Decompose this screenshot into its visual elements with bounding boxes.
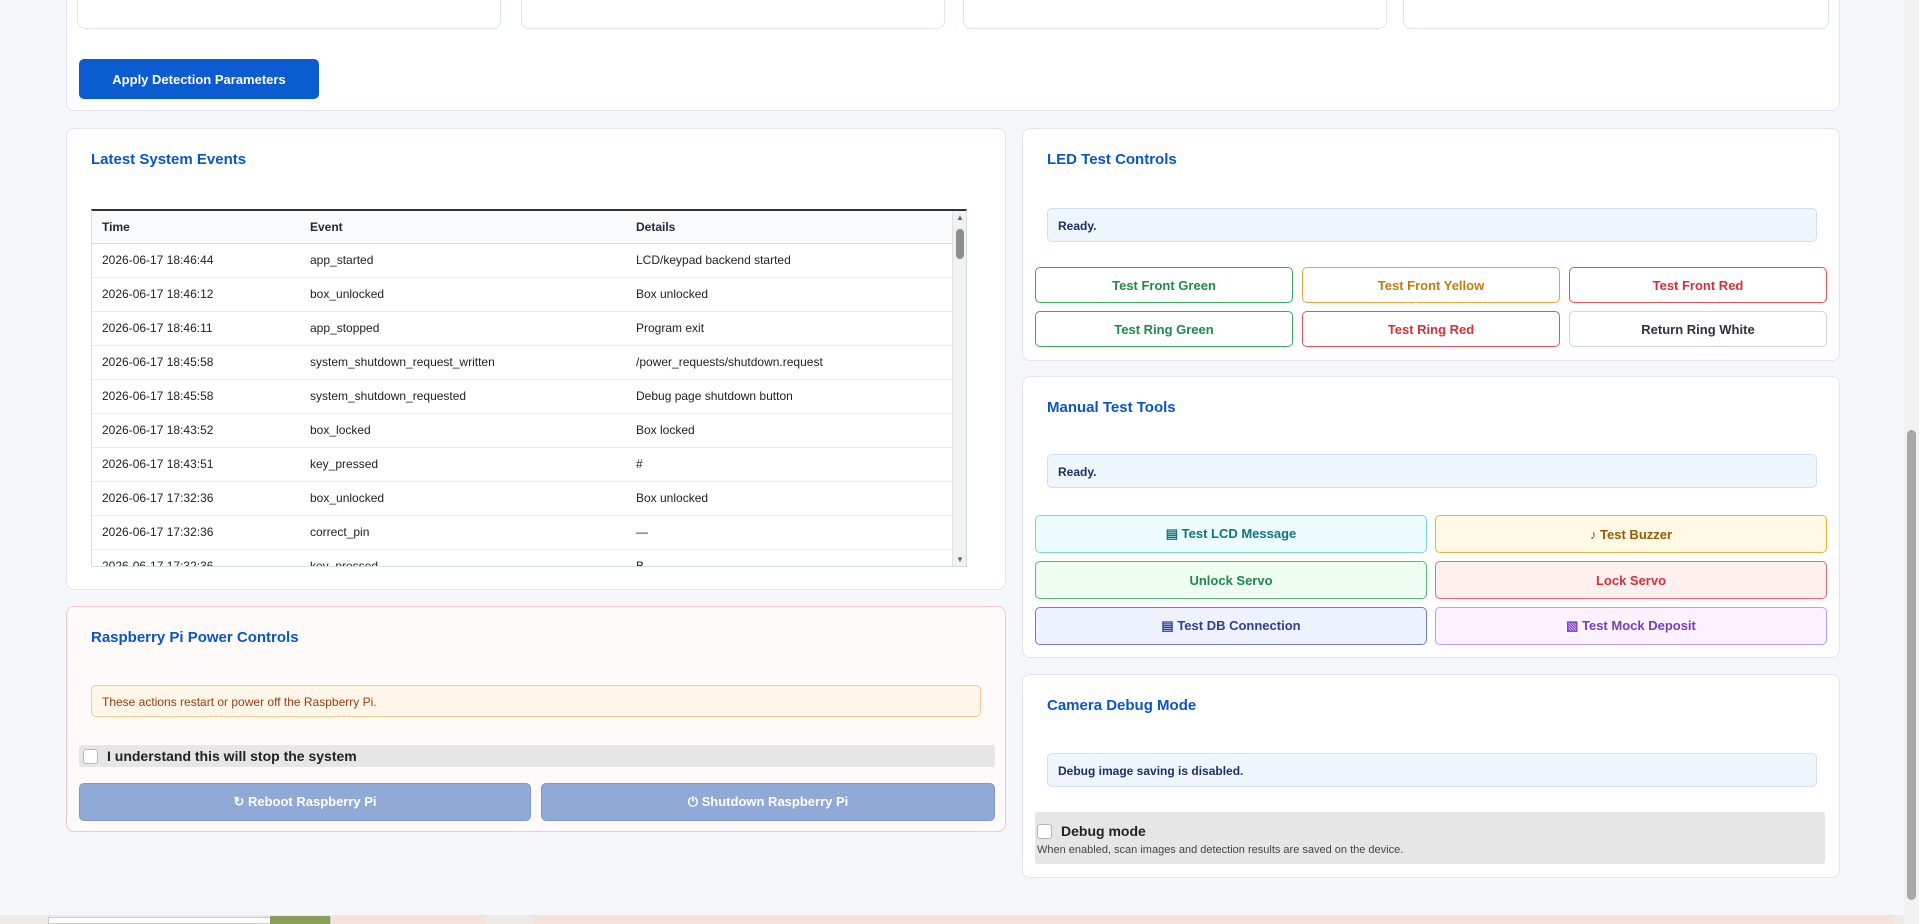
test-ring-green-button[interactable]: Test Ring Green [1035, 311, 1293, 347]
event-details: B [626, 549, 966, 566]
event-time: 2026-06-17 17:32:36 [92, 481, 300, 516]
events-table-body: 2026-06-17 18:46:44 app_started LCD/keypad… [92, 243, 966, 566]
event-time: 2026-06-17 18:45:58 [92, 345, 300, 380]
table-row: 2026-06-17 18:45:58 system_shutdown_reque… [92, 379, 966, 414]
debug-mode-label: Debug mode [1061, 823, 1146, 839]
event-time: 2026-06-17 18:46:44 [92, 243, 300, 278]
events-scrollbar[interactable]: ▲ ▼ [952, 211, 966, 566]
event-details: Program exit [626, 311, 966, 346]
scroll-down-icon[interactable]: ▼ [956, 555, 964, 564]
reboot-button[interactable]: ↻ Reboot Raspberry Pi [79, 783, 531, 821]
camera-title: Camera Debug Mode [1047, 697, 1197, 714]
table-row: 2026-06-17 18:45:58 system_shutdown_reque… [92, 345, 966, 380]
test-front-green-button[interactable]: Test Front Green [1035, 267, 1293, 303]
column-header-time: Time [92, 211, 300, 244]
event-time: 2026-06-17 18:43:51 [92, 447, 300, 482]
power-warning: These actions restart or power off the R… [91, 685, 981, 717]
event-name: box_locked [300, 413, 626, 448]
debug-mode-help: When enabled, scan images and detection … [1037, 844, 1404, 856]
table-row: 2026-06-17 17:32:36 correct_pin — [92, 515, 966, 550]
camera-status: Debug image saving is disabled. [1047, 753, 1817, 787]
bottom-segment [333, 915, 485, 924]
slider-card-3 [963, 0, 1387, 29]
slider-card-1 [77, 0, 501, 29]
event-name: correct_pin [300, 515, 626, 550]
events-title: Latest System Events [91, 151, 247, 168]
shutdown-button[interactable]: ⏻ Shutdown Raspberry Pi [541, 783, 995, 821]
led-test-card: LED Test Controls Ready. Test Front Gree… [1022, 128, 1840, 361]
slider-card-2 [521, 0, 945, 29]
bottom-strip [0, 915, 1904, 924]
power-title: Raspberry Pi Power Controls [91, 629, 299, 646]
table-row: 2026-06-17 18:46:11 app_stopped Program ex… [92, 311, 966, 346]
led-title: LED Test Controls [1047, 151, 1177, 168]
event-name: key_pressed [300, 549, 626, 566]
events-scroll-thumb[interactable] [956, 229, 964, 259]
events-table-container[interactable]: Time Event Details 2026-06-17 18:46:44 ap… [91, 209, 967, 567]
event-name: key_pressed [300, 447, 626, 482]
page-scrollbar[interactable] [1904, 0, 1919, 924]
detection-parameters-card: Apply Detection Parameters [66, 0, 1840, 111]
test-ring-red-button[interactable]: Test Ring Red [1302, 311, 1560, 347]
event-name: box_unlocked [300, 277, 626, 312]
table-row: 2026-06-17 17:32:36 key_pressed B [92, 549, 966, 566]
table-row: 2026-06-17 17:32:36 box_unlocked Box unloc… [92, 481, 966, 516]
event-details: LCD/keypad backend started [626, 243, 966, 278]
power-controls-card: Raspberry Pi Power Controls These action… [66, 606, 1006, 832]
scroll-up-icon[interactable]: ▲ [956, 213, 964, 222]
event-time: 2026-06-17 17:32:36 [92, 515, 300, 550]
event-time: 2026-06-17 17:32:36 [92, 549, 300, 566]
return-ring-white-button[interactable]: Return Ring White [1569, 311, 1827, 347]
lock-servo-button[interactable]: Lock Servo [1435, 561, 1827, 599]
event-time: 2026-06-17 18:46:12 [92, 277, 300, 312]
events-table-header: Time Event Details [92, 211, 966, 244]
test-buzzer-button[interactable]: ♪ Test Buzzer [1435, 515, 1827, 553]
apply-detection-button[interactable]: Apply Detection Parameters [79, 59, 319, 99]
power-confirm-row[interactable]: I understand this will stop the system [79, 745, 995, 767]
table-row: 2026-06-17 18:43:51 key_pressed # [92, 447, 966, 482]
table-row: 2026-06-17 18:43:52 box_locked Box locked [92, 413, 966, 448]
event-details: — [626, 515, 966, 550]
power-confirm-label: I understand this will stop the system [107, 748, 357, 764]
event-details: Debug page shutdown button [626, 379, 966, 414]
table-row: 2026-06-17 18:46:44 app_started LCD/keypad… [92, 243, 966, 278]
test-front-red-button[interactable]: Test Front Red [1569, 267, 1827, 303]
events-card: Latest System Events Time Event Details … [66, 128, 1006, 590]
event-time: 2026-06-17 18:43:52 [92, 413, 300, 448]
test-lcd-button[interactable]: ▤ Test LCD Message [1035, 515, 1427, 553]
bottom-thumbnail-image [270, 916, 330, 924]
event-name: app_stopped [300, 311, 626, 346]
event-time: 2026-06-17 18:46:11 [92, 311, 300, 346]
test-db-button[interactable]: ▤ Test DB Connection [1035, 607, 1427, 645]
table-row: 2026-06-17 18:46:12 box_unlocked Box unloc… [92, 277, 966, 312]
event-name: system_shutdown_requested [300, 379, 626, 414]
event-details: Box unlocked [626, 481, 966, 516]
column-header-details: Details [626, 211, 966, 244]
event-details: # [626, 447, 966, 482]
manual-status: Ready. [1047, 454, 1817, 488]
debug-mode-checkbox[interactable] [1037, 824, 1052, 839]
camera-debug-card: Camera Debug Mode Debug image saving is … [1022, 674, 1840, 878]
slider-card-4 [1403, 0, 1829, 29]
test-mock-deposit-button[interactable]: ▧ Test Mock Deposit [1435, 607, 1827, 645]
event-details: Box unlocked [626, 277, 966, 312]
page-scroll-thumb[interactable] [1907, 430, 1916, 900]
event-name: app_started [300, 243, 626, 278]
test-front-yellow-button[interactable]: Test Front Yellow [1302, 267, 1560, 303]
manual-title: Manual Test Tools [1047, 399, 1176, 416]
led-status: Ready. [1047, 208, 1817, 242]
events-table: Time Event Details 2026-06-17 18:46:44 ap… [92, 211, 966, 566]
event-name: system_shutdown_request_written [300, 345, 626, 380]
unlock-servo-button[interactable]: Unlock Servo [1035, 561, 1427, 599]
event-time: 2026-06-17 18:45:58 [92, 379, 300, 414]
manual-test-card: Manual Test Tools Ready. ▤ Test LCD Mess… [1022, 376, 1840, 658]
bottom-segment-wide [533, 915, 1893, 924]
event-name: box_unlocked [300, 481, 626, 516]
event-details: /power_requests/shutdown.request [626, 345, 966, 380]
event-details: Box locked [626, 413, 966, 448]
debug-mode-row[interactable]: Debug mode When enabled, scan images and… [1035, 812, 1825, 864]
power-confirm-checkbox[interactable] [83, 748, 98, 764]
column-header-event: Event [300, 211, 626, 244]
